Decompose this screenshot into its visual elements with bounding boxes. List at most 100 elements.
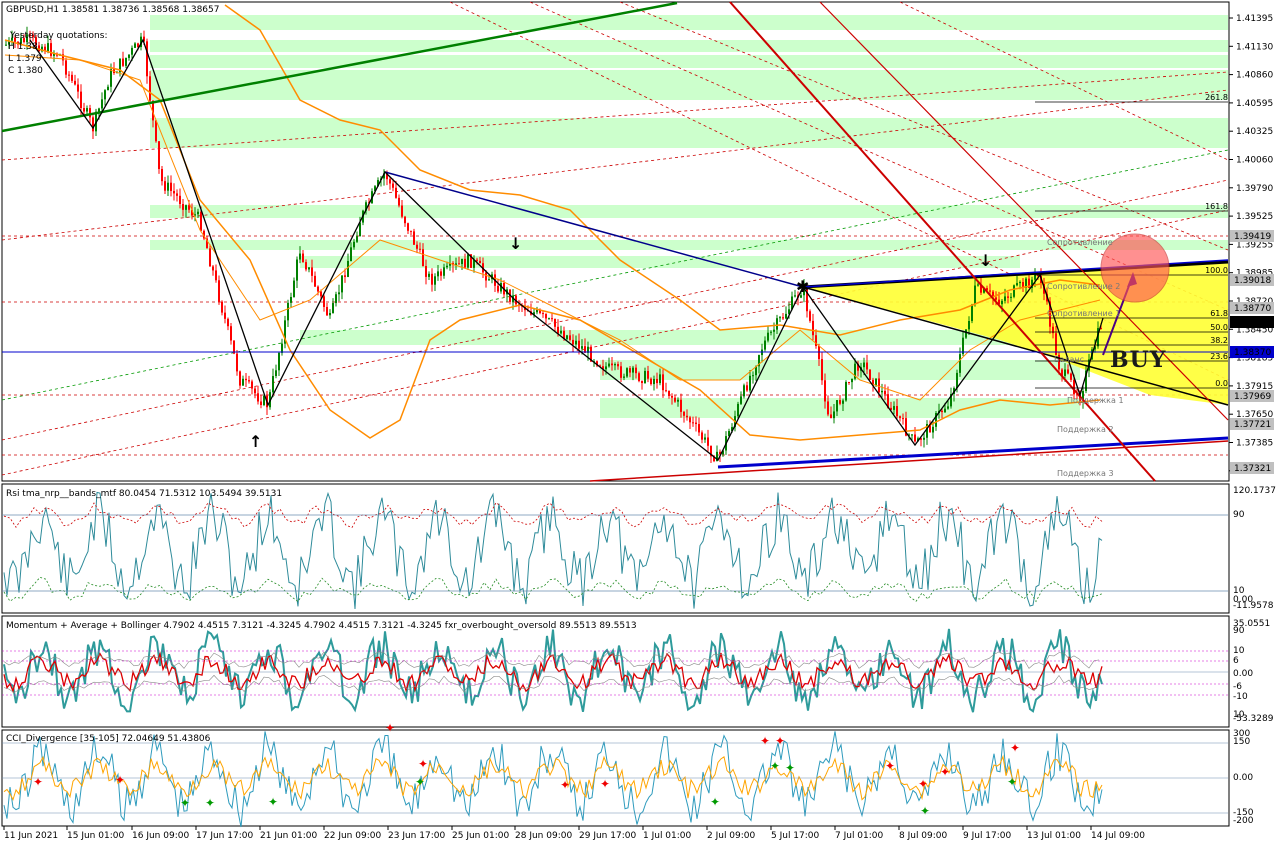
- candle-body: [893, 406, 895, 410]
- candle-body: [674, 397, 676, 402]
- candle-body: [242, 378, 244, 386]
- candle-body: [332, 303, 334, 314]
- candle-body: [461, 258, 463, 265]
- candle-body: [227, 318, 229, 327]
- time-label: 15 Jun 01:00: [67, 831, 124, 841]
- candle-body: [668, 390, 670, 396]
- zone-label: Поддержка 2: [1057, 425, 1114, 434]
- divergence-marker: ✦: [600, 777, 610, 791]
- price-label: 1.40595: [1236, 99, 1273, 109]
- time-label: 14 Jul 09:00: [1091, 831, 1145, 841]
- cci-title: CCI_Divergence [35-105] 72.04649 51.4380…: [6, 734, 211, 744]
- candle-body: [260, 401, 262, 405]
- candle-body: [944, 408, 946, 413]
- fib-label: 38.2: [1210, 336, 1228, 345]
- candle-body: [89, 108, 91, 118]
- price-tag-label: 1.38770: [1234, 304, 1271, 314]
- candle-body: [701, 432, 703, 440]
- candle-body: [824, 380, 826, 402]
- candle-body: [176, 193, 178, 196]
- candle-body: [125, 57, 127, 66]
- time-label: 23 Jun 17:00: [388, 831, 445, 841]
- time-label: 7 Jul 01:00: [835, 831, 884, 841]
- candle-body: [389, 179, 391, 184]
- candle-body: [311, 267, 313, 276]
- price-label: 1.40060: [1236, 156, 1273, 166]
- candle-body: [665, 390, 667, 392]
- zone-label: Сопротивление 2: [1047, 282, 1120, 291]
- candle-body: [218, 280, 220, 302]
- candle-body: [107, 86, 109, 91]
- candle-body: [254, 388, 256, 394]
- candle-body: [782, 317, 784, 319]
- candle-body: [65, 60, 67, 75]
- candle-body: [662, 374, 664, 391]
- price-label: 1.40325: [1236, 127, 1273, 137]
- candle-body: [551, 318, 553, 320]
- fib-label: 100.0: [1205, 266, 1228, 275]
- candle-body: [197, 211, 199, 215]
- svg-text:↓: ↓: [979, 251, 992, 270]
- candle-body: [836, 400, 838, 412]
- candle-body: [644, 370, 646, 384]
- price-label: 1.41130: [1236, 42, 1273, 52]
- rsi-pane[interactable]: [1, 483, 1230, 614]
- candle-body: [656, 378, 658, 384]
- candle-body: [971, 304, 973, 321]
- candle-body: [1010, 296, 1012, 298]
- candle-body: [779, 317, 781, 319]
- candle-body: [329, 313, 331, 316]
- candle-body: [578, 340, 580, 349]
- candle-body: [257, 393, 259, 402]
- candle-body: [308, 267, 310, 270]
- candle-body: [134, 43, 136, 48]
- candle-body: [977, 284, 979, 286]
- candle-body: [689, 417, 691, 423]
- candle-body: [431, 273, 433, 285]
- momentum-axis-label: 6: [1233, 656, 1239, 666]
- candle-body: [959, 354, 961, 373]
- sr-zone: [300, 330, 1020, 345]
- candle-body: [248, 380, 250, 382]
- candle-body: [239, 371, 241, 386]
- candle-body: [881, 390, 883, 393]
- divergence-marker: ✦: [385, 721, 395, 735]
- divergence-marker: ✦: [710, 795, 720, 809]
- candle-body: [1064, 369, 1066, 376]
- candle-body: [341, 275, 343, 293]
- price-label: 1.40860: [1236, 71, 1273, 81]
- candle-body: [443, 267, 445, 276]
- candle-body: [419, 248, 421, 250]
- candle-body: [185, 205, 187, 210]
- divergence-marker: ✦: [415, 775, 425, 789]
- price-label: 1.39525: [1236, 212, 1273, 222]
- candle-body: [104, 90, 106, 100]
- candle-body: [680, 399, 682, 412]
- candle-body: [581, 346, 583, 349]
- price-tag-label: 1.38657: [1234, 318, 1271, 328]
- price-tag-label: 1.37321: [1234, 464, 1271, 474]
- candle-body: [353, 241, 355, 248]
- time-label: 29 Jun 17:00: [579, 831, 636, 841]
- candle-body: [923, 437, 925, 440]
- candle-body: [785, 313, 787, 319]
- cci-axis-label: 0.00: [1233, 773, 1253, 783]
- divergence-marker: ✦: [885, 759, 895, 773]
- time-label: 17 Jun 17:00: [196, 831, 253, 841]
- rsi-axis-label: 90: [1233, 510, 1245, 520]
- candle-body: [485, 272, 487, 281]
- divergence-marker: ✦: [918, 777, 928, 791]
- divergence-marker: ✦: [268, 795, 278, 809]
- candle-body: [659, 374, 661, 384]
- candle-body: [47, 43, 49, 52]
- time-label: 11 Jun 2021: [4, 831, 58, 841]
- candle-body: [440, 271, 442, 276]
- divergence-marker: ✦: [180, 796, 190, 810]
- time-label: 9 Jul 17:00: [963, 831, 1012, 841]
- candle-body: [608, 363, 610, 367]
- candle-body: [80, 91, 82, 109]
- candle-body: [356, 236, 358, 242]
- candle-body: [752, 375, 754, 377]
- candle-body: [911, 434, 913, 436]
- candle-body: [287, 302, 289, 321]
